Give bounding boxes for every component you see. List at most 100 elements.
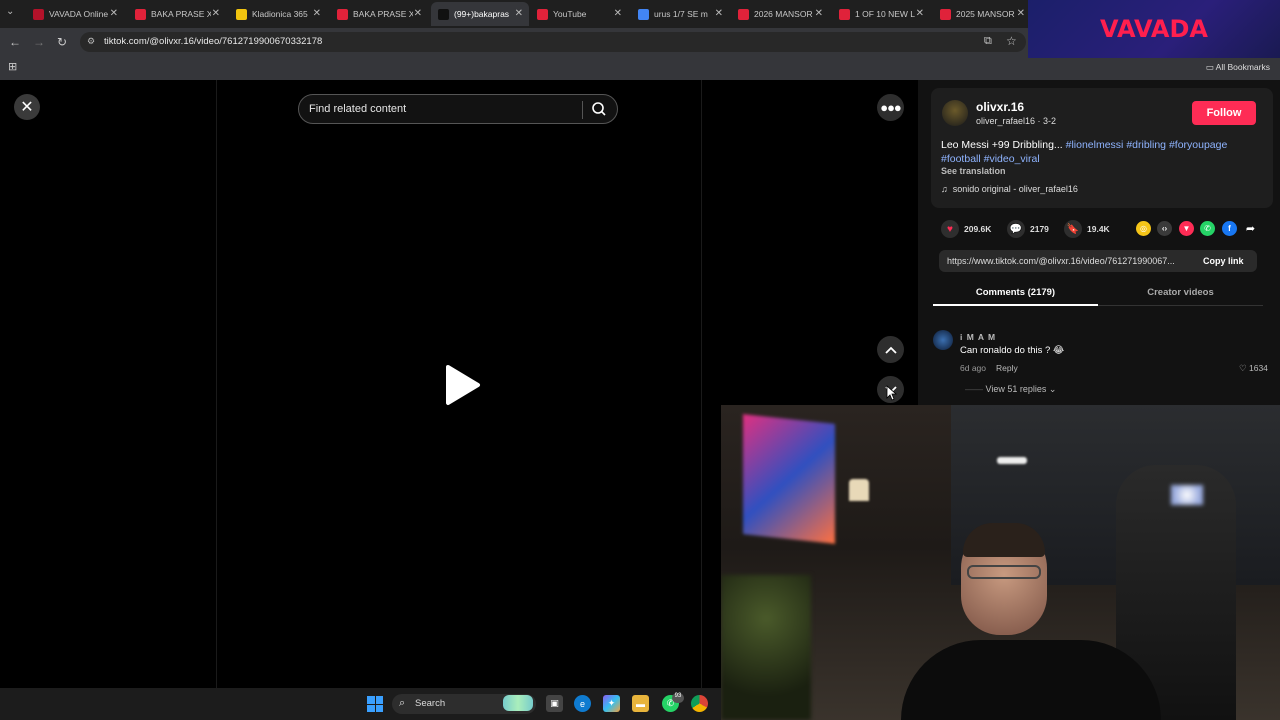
comment-like-button[interactable]: ♡ 1634	[1239, 363, 1268, 374]
webcam-plant	[721, 575, 811, 720]
whatsapp-share-icon[interactable]: ✆	[1200, 221, 1215, 236]
apps-grid-icon[interactable]: ⊞	[8, 60, 17, 73]
folder-icon: ▭	[1205, 62, 1214, 72]
windows-start-icon[interactable]	[367, 696, 383, 712]
music-note-icon: ♫	[941, 184, 948, 194]
tab-title: urus 1/7 SE m	[654, 9, 708, 19]
tab-close-icon[interactable]: ✕	[614, 8, 622, 19]
like-button[interactable]: ♥ 209.6K	[941, 220, 991, 238]
tab-title: Kladionica 365	[252, 9, 308, 19]
hashtag-link[interactable]: #video_viral	[984, 153, 1040, 165]
video-caption: Leo Messi +99 Dribbling... #lionelmessi …	[941, 138, 1261, 166]
tab-close-icon[interactable]: ✕	[313, 8, 321, 19]
vavada-overlay-logo: VAVADA	[1028, 0, 1280, 58]
browser-tab[interactable]: BAKA PRASE X ✕	[128, 2, 226, 26]
comment-reply-button[interactable]: Reply	[996, 363, 1018, 373]
search-divider	[582, 101, 583, 119]
browser-tab[interactable]: 1 OF 10 NEW L ✕	[832, 2, 930, 26]
play-icon[interactable]	[444, 364, 482, 406]
share-more-icon[interactable]: ➦	[1243, 221, 1258, 236]
tab-close-icon[interactable]: ✕	[815, 8, 823, 19]
tab-close-icon[interactable]: ✕	[916, 8, 924, 19]
webcam-person-hair	[963, 523, 1045, 557]
forward-arrow-icon[interactable]: →	[33, 35, 45, 49]
tab-close-icon[interactable]: ✕	[515, 8, 523, 19]
divider-line: ——	[965, 384, 983, 394]
webcam-tv-screen	[743, 414, 835, 544]
music-link[interactable]: ♫ sonido original - oliver_rafael16	[941, 184, 1078, 194]
follow-button[interactable]: Follow	[1192, 101, 1256, 125]
hashtag-link[interactable]: #football	[941, 153, 981, 165]
more-options-button[interactable]: ●●●	[877, 94, 904, 121]
browser-tab[interactable]: urus 1/7 SE m ✕	[631, 2, 729, 26]
comment-username[interactable]: i M A M	[960, 332, 996, 342]
browser-tab[interactable]: (99+)bakapras ✕	[431, 2, 529, 26]
bookmarks-bar	[0, 56, 1280, 80]
install-app-icon[interactable]: ⧉	[984, 35, 992, 48]
tab-title: VAVADA Online	[49, 9, 109, 19]
browser-tab[interactable]: 2025 MANSOR ✕	[933, 2, 1031, 26]
tab-search-dropdown-icon[interactable]: ⌄	[6, 6, 14, 17]
tab-creator-videos[interactable]: Creator videos	[1098, 282, 1263, 306]
taskbar-search-label: Search	[415, 698, 446, 709]
tab-close-icon[interactable]: ✕	[212, 8, 220, 19]
creator-username[interactable]: olivxr.16	[976, 100, 1024, 114]
site-info-icon[interactable]: ⚙	[87, 36, 95, 47]
browser-tab[interactable]: BAKA PRASE X ✕	[330, 2, 428, 26]
save-count: 19.4K	[1087, 224, 1110, 234]
search-input[interactable]: Find related content	[309, 103, 406, 115]
task-view-icon[interactable]: ▣	[546, 695, 563, 712]
tab-close-icon[interactable]: ✕	[110, 8, 118, 19]
like-count: 209.6K	[964, 224, 992, 234]
embed-code-icon[interactable]: ‹›	[1157, 221, 1172, 236]
browser-tab[interactable]: Kladionica 365 ✕	[229, 2, 327, 26]
webcam-person-glasses	[967, 565, 1041, 579]
avatar[interactable]	[942, 100, 968, 126]
hashtag-link[interactable]: #foryoupage	[1169, 139, 1227, 151]
edge-icon[interactable]: e	[574, 695, 591, 712]
webcam-light	[997, 457, 1027, 464]
related-content-search[interactable]: Find related content	[298, 94, 618, 124]
comment-button[interactable]: 💬 2179	[1007, 220, 1049, 238]
share-link-url[interactable]: https://www.tiktok.com/@olivxr.16/video/…	[947, 256, 1193, 266]
tab-favicon-icon	[839, 8, 850, 20]
search-icon[interactable]	[591, 101, 607, 117]
file-explorer-icon[interactable]: ▬	[632, 695, 649, 712]
comment-timestamp: 6d ago	[960, 363, 986, 373]
hashtag-link[interactable]: #lionelmessi	[1066, 139, 1124, 151]
copy-link-button[interactable]: Copy link	[1203, 256, 1244, 266]
tab-favicon-icon	[638, 8, 649, 20]
tab-close-icon[interactable]: ✕	[715, 8, 723, 19]
chevron-up-icon	[884, 346, 897, 354]
tab-title: YouTube	[553, 9, 587, 19]
chrome-icon[interactable]	[691, 695, 708, 712]
tab-comments[interactable]: Comments (2179)	[933, 282, 1098, 306]
save-button[interactable]: 🔖 19.4K	[1064, 220, 1110, 238]
previous-video-button[interactable]	[877, 336, 904, 363]
all-bookmarks[interactable]: ▭ All Bookmarks	[1206, 62, 1270, 73]
browser-tab[interactable]: VAVADA Online ✕	[26, 2, 124, 26]
view-replies-button[interactable]: —— View 51 replies ⌄	[965, 384, 1056, 395]
webcam-light-ball	[1171, 485, 1203, 505]
bookmark-star-icon[interactable]: ☆	[1006, 34, 1017, 48]
copilot-icon[interactable]: ✦	[603, 695, 620, 712]
see-translation-link[interactable]: See translation	[941, 166, 1006, 176]
heart-outline-icon: ♡	[1239, 363, 1247, 373]
tab-close-icon[interactable]: ✕	[414, 8, 422, 19]
comment-text: Can ronaldo do this ? 😂	[960, 345, 1065, 356]
tab-close-icon[interactable]: ✕	[1017, 8, 1025, 19]
tiktok-coin-icon[interactable]: ◎	[1136, 221, 1151, 236]
send-to-friends-icon[interactable]: ▼	[1179, 221, 1194, 236]
webcam-lamp	[849, 479, 869, 501]
browser-tab[interactable]: 2026 MANSOR ✕	[731, 2, 829, 26]
comment-avatar[interactable]	[933, 330, 953, 350]
reload-icon[interactable]: ↻	[57, 35, 67, 49]
browser-tab[interactable]: YouTube ✕	[530, 2, 628, 26]
hashtag-link[interactable]: #dribling	[1126, 139, 1166, 151]
tab-favicon-icon	[537, 8, 548, 20]
creator-nickname: oliver_rafael16 · 3-2	[976, 116, 1057, 126]
back-arrow-icon[interactable]: ←	[9, 35, 21, 49]
close-video-button[interactable]: ✕	[14, 94, 40, 120]
url-text[interactable]: tiktok.com/@olivxr.16/video/761271990067…	[104, 36, 322, 47]
facebook-share-icon[interactable]: f	[1222, 221, 1237, 236]
